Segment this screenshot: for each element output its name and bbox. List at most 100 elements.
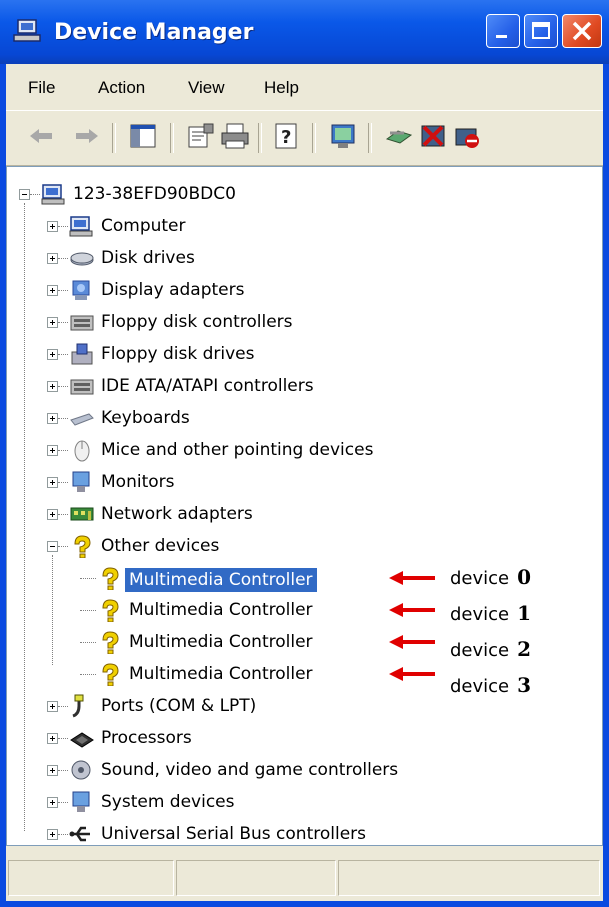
tree-item-label: Keyboards [101,408,190,428]
back-arrow-icon[interactable] [26,121,56,151]
toolbar-separator [368,123,372,153]
tree-item-keyboards[interactable]: Keyboards [7,403,597,433]
tree-connector [80,610,96,611]
usb-icon [69,826,90,842]
question-icon [74,535,91,558]
processor-icon [70,732,94,748]
print-icon[interactable] [220,121,250,151]
maximize-button[interactable] [524,14,558,48]
expand-button[interactable] [47,765,58,776]
annotation-box: device 3 [444,669,550,701]
forward-arrow-icon[interactable] [72,121,102,151]
computer-icon [41,184,65,205]
menu-action[interactable]: Action [98,78,145,98]
scan-hardware-changes-icon[interactable] [328,121,358,151]
close-button[interactable] [562,14,602,48]
tree-item-other-devices[interactable]: Other devices [7,531,597,561]
tree-item-label: Network adapters [101,504,253,524]
annotation-box: device 2 [444,633,550,665]
help-icon[interactable]: ? [272,121,302,151]
tree-item-ide-ata-atapi-controllers[interactable]: IDE ATA/ATAPI controllers [7,371,597,401]
annotation-label: device 2 [450,637,531,661]
toolbar-separator [170,123,174,153]
menu-bar: File Action View Help [6,64,603,110]
floppy-icon [70,379,94,395]
tree-item-label: Ports (COM & LPT) [101,696,257,716]
tree-item-label: Multimedia Controller [125,568,317,592]
expand-button[interactable] [47,829,58,840]
tree-item-floppy-disk-drives[interactable]: Floppy disk drives [7,339,597,369]
question-icon [102,631,119,654]
expand-button[interactable] [47,413,58,424]
menu-help[interactable]: Help [264,78,299,98]
tree-guide-line [52,555,53,665]
minimize-icon [496,35,507,38]
tree-item-display-adapters[interactable]: Display adapters [7,275,597,305]
annotation-text: device [450,640,510,661]
expand-button[interactable] [47,701,58,712]
expand-button[interactable] [47,509,58,520]
expand-button[interactable] [47,381,58,392]
tree-item-processors[interactable]: Processors [7,723,597,753]
tree-connector [58,450,68,451]
tree-root-computer[interactable]: 123-38EFD90BDC0 [7,179,597,209]
tree-item-label: System devices [101,792,235,812]
tree-connector [80,642,96,643]
tree-item-label: Monitors [101,472,175,492]
annotation-label: device 1 [450,601,531,625]
display-icon [72,280,90,300]
collapse-button[interactable] [47,541,58,552]
tree-item-label: Disk drives [101,248,195,268]
uninstall-icon[interactable] [418,121,448,151]
tree-item-label: Universal Serial Bus controllers [101,824,367,844]
network-icon [70,507,94,521]
tree-item-mice-and-other-pointing-devices[interactable]: Mice and other pointing devices [7,435,597,465]
expand-button[interactable] [47,317,58,328]
monitor-icon [72,471,90,492]
tree-item-universal-serial-bus-controllers[interactable]: Universal Serial Bus controllers [7,819,597,849]
expand-button[interactable] [47,445,58,456]
expand-button[interactable] [47,733,58,744]
expand-button[interactable] [47,797,58,808]
expand-button[interactable] [47,285,58,296]
tree-connector [58,354,68,355]
expand-button[interactable] [47,477,58,488]
menu-file[interactable]: File [28,78,55,98]
tree-item-label: Floppy disk drives [101,344,255,364]
minimize-button[interactable] [486,14,520,48]
update-driver-icon[interactable] [384,121,414,151]
tree-item-computer[interactable]: Computer [7,211,597,241]
device-tree[interactable]: 123-38EFD90BDC0 Computer Disk drives Displa… [6,166,603,846]
menu-view[interactable]: View [188,78,225,98]
tree-connector [58,226,68,227]
properties-icon[interactable] [186,121,216,151]
annotation-text: device [450,568,510,589]
tree-item-floppy-disk-controllers[interactable]: Floppy disk controllers [7,307,597,337]
title-bar[interactable]: Device Manager [0,0,609,64]
tree-item-disk-drives[interactable]: Disk drives [7,243,597,273]
disable-device-icon[interactable] [452,121,482,151]
close-icon [572,21,592,41]
annotation-text: device [450,676,510,697]
tree-item-monitors[interactable]: Monitors [7,467,597,497]
toolbar-separator [112,123,116,153]
tree-connector [58,258,68,259]
expand-button[interactable] [47,253,58,264]
tree-connector [80,578,96,579]
keyboard-icon [70,413,94,426]
sound-icon [71,760,91,780]
tree-item-system-devices[interactable]: System devices [7,787,597,817]
toolbar-separator [258,123,262,153]
expand-button[interactable] [47,349,58,360]
tree-item-network-adapters[interactable]: Network adapters [7,499,597,529]
tree-connector [58,546,68,547]
collapse-button[interactable] [19,189,30,200]
status-bar [6,846,603,901]
tree-connector [58,482,68,483]
question-icon [102,567,119,590]
show-hide-console-tree-icon[interactable] [128,121,158,151]
tree-item-sound-video-and-game-controllers[interactable]: Sound, video and game controllers [7,755,597,785]
tree-connector [58,706,68,707]
annotation-box: device 1 [444,597,550,629]
expand-button[interactable] [47,221,58,232]
